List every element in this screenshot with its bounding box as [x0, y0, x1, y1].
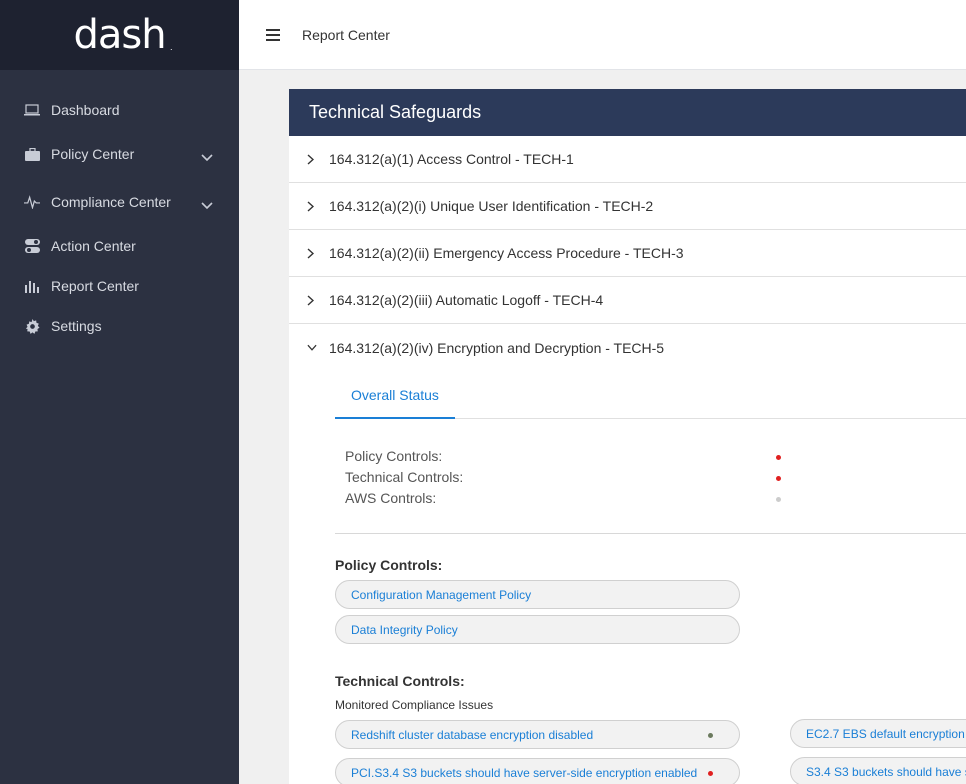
- compliance-issue-pill[interactable]: PCI.S3.4 S3 buckets should have server-s…: [335, 758, 740, 784]
- status-dot: [776, 455, 781, 460]
- sidebar-item-label: Dashboard: [51, 102, 120, 118]
- policy-control-pill[interactable]: Configuration Management Policy: [335, 580, 740, 609]
- bar-chart-icon: [24, 278, 40, 294]
- accordion-label: 164.312(a)(2)(iv) Encryption and Decrypt…: [329, 339, 665, 356]
- status-row-policy: Policy Controls:: [345, 448, 966, 469]
- compliance-issue-pill[interactable]: S3.4 S3 buckets should have server-side …: [790, 757, 966, 784]
- technical-controls-title: Technical Controls:: [335, 673, 465, 689]
- sidebar-item-report-center[interactable]: Report Center: [0, 266, 239, 306]
- sidebar-item-label: Policy Center: [51, 146, 135, 162]
- sidebar-item-dashboard[interactable]: Dashboard: [0, 90, 239, 130]
- status-dot: [708, 771, 713, 776]
- toggle-icon: [24, 238, 40, 254]
- accordion-label: 164.312(a)(2)(ii) Emergency Access Proce…: [329, 245, 684, 261]
- status-summary: Policy Controls: Technical Controls: AWS…: [335, 419, 966, 534]
- logo-bar: dash.: [0, 0, 239, 70]
- sidebar-nav: Dashboard Policy Center Compliance Cente…: [0, 70, 239, 346]
- status-dot: [776, 497, 781, 502]
- accordion-item-tech-2[interactable]: 164.312(a)(2)(i) Unique User Identificat…: [289, 183, 966, 230]
- sidebar-item-label: Settings: [51, 318, 102, 334]
- accordion-item-tech-3[interactable]: 164.312(a)(2)(ii) Emergency Access Proce…: [289, 230, 966, 277]
- status-label: Technical Controls:: [345, 469, 464, 485]
- chevron-right-icon: [307, 247, 317, 259]
- chevron-right-icon: [307, 200, 317, 212]
- chevron-down-icon[interactable]: [201, 149, 213, 165]
- status-dot: [708, 733, 713, 738]
- accordion-item-tech-5[interactable]: 164.312(a)(2)(iv) Encryption and Decrypt…: [289, 324, 966, 371]
- logo[interactable]: dash.: [73, 12, 172, 58]
- sidebar-item-label: Compliance Center: [51, 194, 171, 210]
- chevron-right-icon: [307, 294, 317, 306]
- monitored-issues-subtitle: Monitored Compliance Issues: [335, 698, 494, 712]
- tab-bar: Overall Status: [335, 374, 966, 419]
- report-card: Technical Safeguards 164.312(a)(1) Acces…: [289, 89, 966, 784]
- status-label: Policy Controls:: [345, 448, 443, 464]
- status-dot: [776, 476, 781, 481]
- tab-overall-status[interactable]: Overall Status: [335, 387, 455, 419]
- status-label: AWS Controls:: [345, 490, 437, 506]
- compliance-issue-pill[interactable]: EC2.7 EBS default encryption should be e…: [790, 719, 966, 748]
- sidebar-item-label: Action Center: [51, 238, 136, 254]
- chevron-right-icon: [307, 153, 317, 165]
- chevron-down-icon[interactable]: [201, 197, 213, 213]
- issue-label: EC2.7 EBS default encryption should be e…: [806, 726, 966, 741]
- accordion-item-tech-4[interactable]: 164.312(a)(2)(iii) Automatic Logoff - TE…: [289, 277, 966, 324]
- accordion-label: 164.312(a)(2)(i) Unique User Identificat…: [329, 198, 654, 214]
- section-header: Technical Safeguards: [289, 89, 966, 136]
- issue-label: PCI.S3.4 S3 buckets should have server-s…: [351, 765, 698, 780]
- accordion-label: 164.312(a)(2)(iii) Automatic Logoff - TE…: [329, 292, 604, 308]
- pulse-icon: [24, 194, 40, 210]
- top-bar: Report Center: [239, 0, 966, 70]
- sidebar-item-action-center[interactable]: Action Center: [0, 226, 239, 266]
- accordion-item-tech-1[interactable]: 164.312(a)(1) Access Control - TECH-1: [289, 136, 966, 183]
- sidebar-item-compliance-center[interactable]: Compliance Center: [0, 178, 239, 226]
- gear-icon: [24, 318, 40, 334]
- sidebar-item-settings[interactable]: Settings: [0, 306, 239, 346]
- compliance-issue-pill[interactable]: Redshift cluster database encryption dis…: [335, 720, 740, 749]
- status-row-aws: AWS Controls:: [345, 490, 966, 511]
- menu-icon[interactable]: [266, 28, 280, 41]
- status-row-technical: Technical Controls:: [345, 469, 966, 490]
- briefcase-icon: [24, 146, 40, 162]
- sidebar-item-policy-center[interactable]: Policy Center: [0, 130, 239, 178]
- policy-controls-title: Policy Controls:: [335, 557, 443, 573]
- policy-control-pill[interactable]: Data Integrity Policy: [335, 615, 740, 644]
- sidebar-item-label: Report Center: [51, 278, 139, 294]
- accordion-label: 164.312(a)(1) Access Control - TECH-1: [329, 151, 574, 167]
- sidebar: dash. Dashboard Policy Center Compliance…: [0, 0, 239, 784]
- issue-label: Redshift cluster database encryption dis…: [351, 727, 594, 742]
- page-title: Report Center: [302, 26, 390, 43]
- issue-label: S3.4 S3 buckets should have server-side …: [806, 764, 966, 779]
- chevron-down-icon: [307, 344, 317, 351]
- laptop-icon: [24, 102, 40, 118]
